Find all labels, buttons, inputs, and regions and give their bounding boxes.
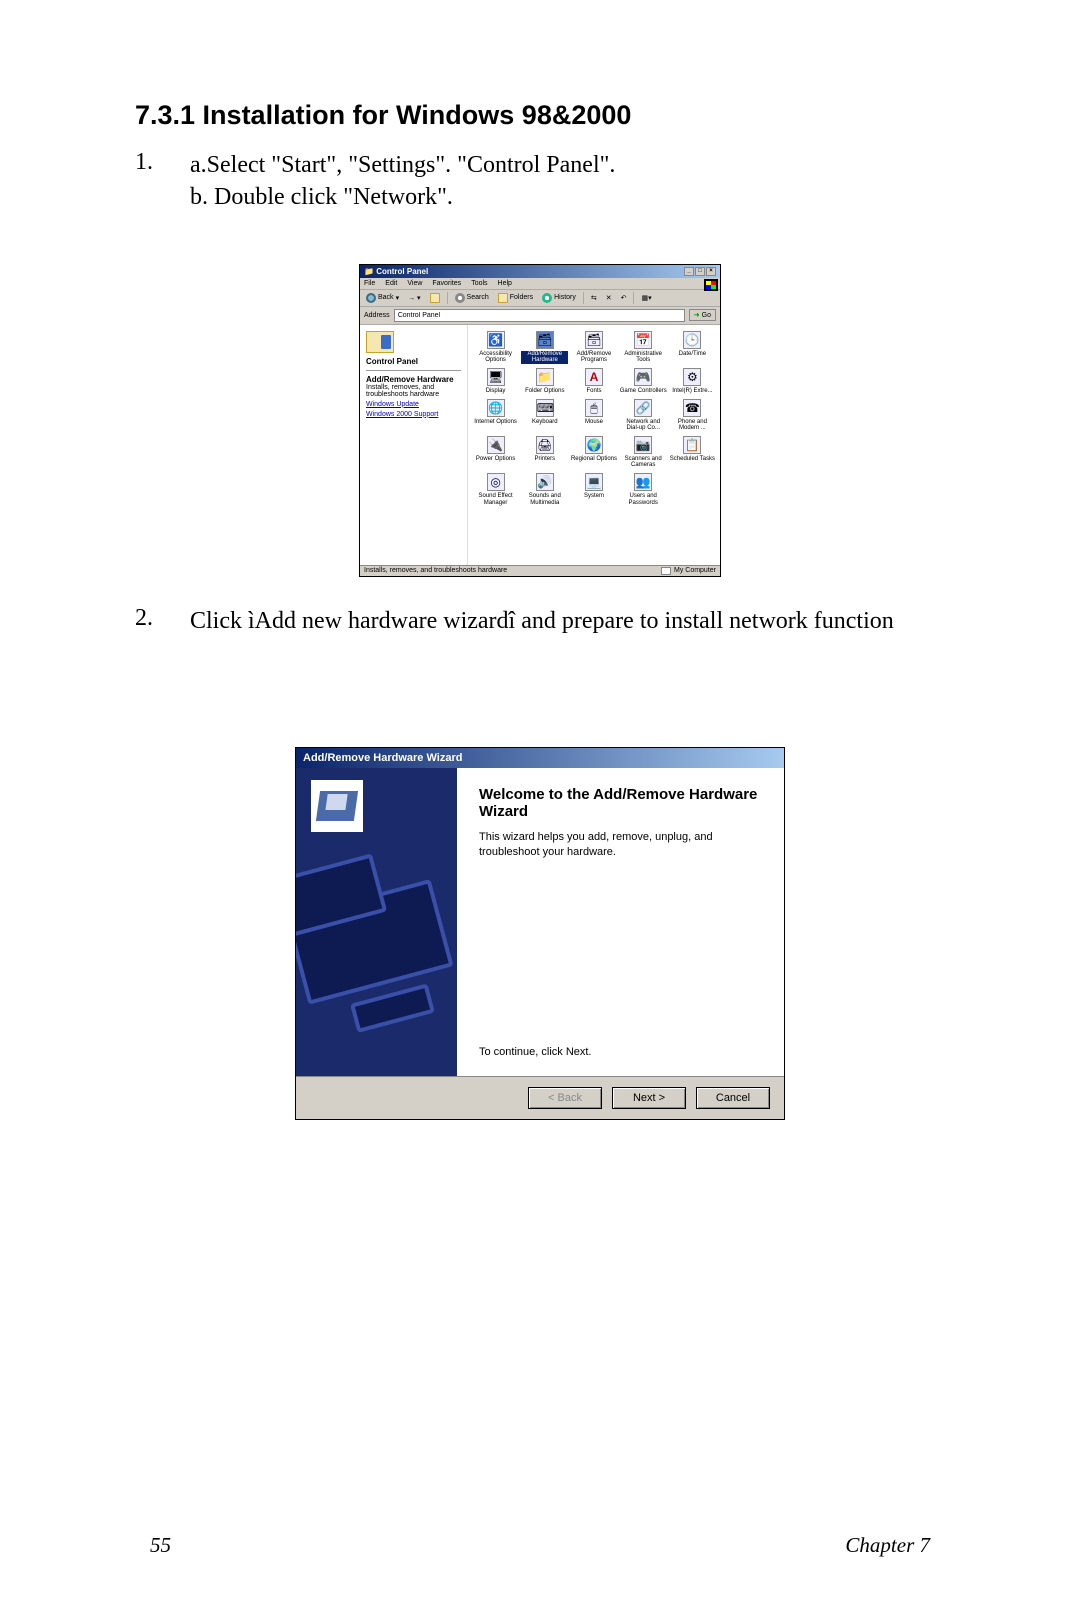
cp-sounds[interactable]: Sounds and Multimedia [521,473,568,506]
next-button[interactable]: Next > [612,1087,686,1109]
toolbar-folders[interactable]: Folders [496,292,535,304]
go-button[interactable]: ➜Go [689,309,716,321]
toolbar-back[interactable]: Back ▾ [364,292,401,304]
cp-scanners[interactable]: Scanners and Cameras [620,436,667,469]
control-panel-window: 📁 Control Panel _ □ × File Edit View Fav… [359,264,721,577]
cp-accessibility[interactable]: Accessibility Options [472,331,519,364]
menu-bar: File Edit View Favorites Tools Help [360,278,720,290]
address-bar: Address ➜Go [360,307,720,325]
wizard-heading: Welcome to the Add/Remove Hardware Wizar… [479,786,762,820]
cp-folder-options[interactable]: Folder Options [521,368,568,395]
go-icon: ➜ [694,311,700,319]
address-input[interactable] [394,309,685,322]
side-heading: Control Panel [366,357,418,366]
my-computer-icon [661,567,671,575]
side-item-desc: Installs, removes, and troubleshoots har… [366,384,461,398]
cp-intel[interactable]: Intel(R) Extre... [669,368,716,395]
wizard-desc: This wizard helps you add, remove, unplu… [479,830,762,860]
toolbar-extra3[interactable]: ↶ [619,293,629,303]
folder-icon: 📁 [364,267,374,276]
titlebar: 📁 Control Panel _ □ × [360,265,720,278]
control-panel-icon [366,331,394,353]
back-button: < Back [528,1087,602,1109]
page-footer: 55 Chapter 7 [0,1533,1080,1558]
menu-favorites[interactable]: Favorites [432,280,461,287]
menu-file[interactable]: File [364,280,375,287]
maximize-button[interactable]: □ [695,267,705,276]
toolbar-extra2[interactable]: ✕ [604,293,614,303]
toolbar-history[interactable]: History [540,292,578,304]
cp-add-remove-programs[interactable]: Add/Remove Programs [570,331,617,364]
step-2-text: Click ìAdd new hardware wizardî and prep… [190,605,945,637]
section-heading: 7.3.1 Installation for Windows 98&2000 [135,100,945,131]
wizard-sidebar [296,768,457,1076]
step-2: 2. Click ìAdd new hardware wizardî and p… [135,605,945,637]
wizard-titlebar: Add/Remove Hardware Wizard [296,748,784,768]
page-number: 55 [150,1533,171,1558]
wizard-main: Welcome to the Add/Remove Hardware Wizar… [457,768,784,1076]
search-icon [455,293,465,303]
cp-mouse[interactable]: Mouse [570,399,617,432]
status-bar: Installs, removes, and troubleshoots har… [360,565,720,576]
history-icon [542,293,552,303]
menu-view[interactable]: View [407,280,422,287]
wizard-hardware-icon [311,780,363,832]
cp-fonts[interactable]: Fonts [570,368,617,395]
side-panel: Control Panel Add/Remove Hardware Instal… [360,325,468,565]
cp-internet-options[interactable]: Internet Options [472,399,519,432]
icon-grid: Accessibility Options Add/Remove Hardwar… [468,325,720,565]
step-1a-text: a.Select "Start", "Settings". "Control P… [190,149,945,181]
cp-phone-modem[interactable]: Phone and Modem ... [669,399,716,432]
status-left: Installs, removes, and troubleshoots har… [364,567,507,575]
toolbar-views[interactable]: ▦▾ [639,293,653,303]
wizard-graphic [296,826,457,1071]
toolbar-extra1[interactable]: ⇆ [589,293,599,303]
cp-power-options[interactable]: Power Options [472,436,519,469]
cp-sound-effect[interactable]: Sound Effect Manager [472,473,519,506]
link-windows-update[interactable]: Windows Update [366,401,461,408]
windows-logo-icon [704,279,718,291]
toolbar-forward[interactable]: → ▾ [406,293,422,303]
up-icon [430,293,440,303]
window-title: Control Panel [376,267,428,276]
cp-regional[interactable]: Regional Options [570,436,617,469]
chapter-label: Chapter 7 [845,1533,930,1558]
cp-display[interactable]: Display [472,368,519,395]
add-remove-hardware-wizard: Add/Remove Hardware Wizard Welcome to th… [295,747,785,1120]
cp-administrative-tools[interactable]: Administrative Tools [620,331,667,364]
folders-icon [498,293,508,303]
minimize-button[interactable]: _ [684,267,694,276]
back-icon [366,293,376,303]
menu-edit[interactable]: Edit [385,280,397,287]
address-label: Address [364,312,390,319]
cp-game-controllers[interactable]: Game Controllers [620,368,667,395]
menu-tools[interactable]: Tools [471,280,487,287]
menu-help[interactable]: Help [498,280,512,287]
link-windows-2000-support[interactable]: Windows 2000 Support [366,411,461,418]
cp-keyboard[interactable]: Keyboard [521,399,568,432]
cp-printers[interactable]: Printers [521,436,568,469]
side-item-title: Add/Remove Hardware [366,375,454,384]
toolbar-up[interactable] [428,292,442,304]
wizard-continue-text: To continue, click Next. [479,1046,592,1058]
cp-system[interactable]: System [570,473,617,506]
step-2-number: 2. [135,605,190,637]
step-1-number: 1. [135,149,190,214]
status-right: My Computer [674,567,716,574]
cp-add-remove-hardware[interactable]: Add/Remove Hardware [521,331,568,364]
cancel-button[interactable]: Cancel [696,1087,770,1109]
wizard-button-bar: < Back Next > Cancel [296,1076,784,1119]
cp-scheduled-tasks[interactable]: Scheduled Tasks [669,436,716,469]
toolbar: Back ▾ → ▾ Search Folders History ⇆ ✕ ↶ … [360,290,720,307]
step-1: 1. a.Select "Start", "Settings". "Contro… [135,149,945,214]
cp-network[interactable]: Network and Dial-up Co... [620,399,667,432]
cp-date-time[interactable]: Date/Time [669,331,716,364]
toolbar-search[interactable]: Search [453,292,491,304]
cp-users[interactable]: Users and Passwords [620,473,667,506]
step-1b-text: b. Double click "Network". [190,181,945,213]
close-button[interactable]: × [706,267,716,276]
